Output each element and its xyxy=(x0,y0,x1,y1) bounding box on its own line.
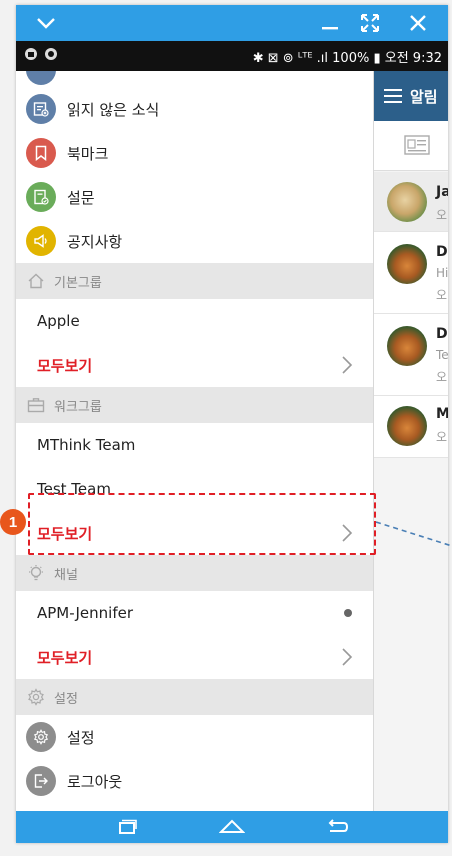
vpn-icon xyxy=(25,48,37,60)
background-app: 알림 Ja 오 D Hi 오 D Te 오 M 오 xyxy=(374,71,448,811)
hamburger-icon[interactable] xyxy=(384,89,402,103)
section-label: 워크그룹 xyxy=(54,399,102,415)
settings-icon xyxy=(26,722,56,752)
channel-label: APM-Jennifer xyxy=(37,604,134,622)
menu-label: 설문 xyxy=(67,188,95,207)
unread-dot xyxy=(344,609,352,617)
menu-label: 로그아웃 xyxy=(67,772,123,791)
menu-label: 공지사항 xyxy=(67,232,123,251)
expand-icon[interactable] xyxy=(350,5,390,41)
chat-item[interactable]: D Te 오 xyxy=(374,314,448,396)
section-header-basic-group: 기본그룹 xyxy=(16,263,373,299)
home-icon xyxy=(26,271,46,291)
avatar xyxy=(387,244,427,284)
view-all-label: 모두보기 xyxy=(37,356,93,375)
status-info: ✱ ⊠ ⊚ ᴸᵀᴱ .ıl 100% ▮ 오전 9:32 xyxy=(252,51,442,66)
navigation-bar xyxy=(16,811,448,843)
chat-item[interactable]: M 오 xyxy=(374,396,448,458)
news-card-icon xyxy=(404,135,430,155)
avatar xyxy=(387,182,427,222)
chat-item[interactable]: Ja 오 xyxy=(374,172,448,232)
background-header: 알림 xyxy=(374,71,448,121)
background-title: 알림 xyxy=(410,87,438,106)
avatar xyxy=(387,406,427,446)
step-badge: 1 xyxy=(0,509,26,535)
window-titlebar xyxy=(16,5,448,41)
menu-item-bookmark[interactable]: 북마크 xyxy=(16,131,373,175)
collapse-chevron-icon[interactable] xyxy=(26,5,66,41)
menu-item-partial[interactable] xyxy=(16,71,373,85)
partial-item-icon xyxy=(26,71,56,85)
unread-news-icon xyxy=(26,94,56,124)
section-label: 설정 xyxy=(54,691,78,707)
section-label: 기본그룹 xyxy=(54,275,102,291)
menu-item-unread[interactable]: 읽지 않은 소식 xyxy=(16,87,373,131)
view-all-channel[interactable]: 모두보기 xyxy=(16,635,373,679)
close-icon[interactable] xyxy=(398,5,438,41)
chat-time: 오 xyxy=(436,288,448,302)
highlight-callout-box xyxy=(28,493,376,555)
notice-icon xyxy=(26,226,56,256)
chat-time: 오 xyxy=(436,370,448,384)
chat-preview: Te xyxy=(436,348,448,362)
lightbulb-icon xyxy=(26,563,46,583)
group-label: MThink Team xyxy=(37,436,136,454)
menu-item-settings[interactable]: 설정 xyxy=(16,715,373,759)
minimize-icon[interactable] xyxy=(310,5,350,41)
recent-apps-icon[interactable] xyxy=(102,811,152,843)
menu-item-survey[interactable]: 설문 xyxy=(16,175,373,219)
chat-name: Ja xyxy=(436,184,448,200)
chat-item[interactable]: D Hi 오 xyxy=(374,232,448,314)
menu-label: 북마크 xyxy=(67,144,109,163)
group-label: Apple xyxy=(37,312,80,330)
section-header-channel: 채널 xyxy=(16,555,373,591)
background-tab[interactable] xyxy=(374,121,448,171)
chevron-right-icon xyxy=(342,648,353,666)
gear-outline-icon xyxy=(26,687,46,707)
status-bar: ✱ ⊠ ⊚ ᴸᵀᴱ .ıl 100% ▮ 오전 9:32 xyxy=(16,41,448,71)
navigation-drawer: 읽지 않은 소식 북마크 설문 공지사항 기본그룹 Apple 모두보기 워크그… xyxy=(16,71,374,811)
section-label: 채널 xyxy=(54,567,78,583)
chat-name: M xyxy=(436,406,448,422)
avatar xyxy=(387,326,427,366)
chat-preview: Hi xyxy=(436,266,448,280)
callout-connector-line xyxy=(376,521,452,547)
chat-preview: 오 xyxy=(436,208,448,222)
screenshot-frame: ✱ ⊠ ⊚ ᴸᵀᴱ .ıl 100% ▮ 오전 9:32 알림 Ja 오 D H… xyxy=(0,0,452,856)
section-header-work-group: 워크그룹 xyxy=(16,387,373,423)
group-item-apple[interactable]: Apple xyxy=(16,299,373,343)
view-all-basic-group[interactable]: 모두보기 xyxy=(16,343,373,387)
chat-name: D xyxy=(436,244,448,260)
sync-icon xyxy=(45,48,57,60)
chevron-right-icon xyxy=(342,356,353,374)
group-item-mthink-team[interactable]: MThink Team xyxy=(16,423,373,467)
bookmark-icon xyxy=(26,138,56,168)
section-header-settings: 설정 xyxy=(16,679,373,715)
back-icon[interactable] xyxy=(312,811,362,843)
home-button-icon[interactable] xyxy=(207,811,257,843)
chat-preview: 오 xyxy=(436,430,448,444)
menu-item-logout[interactable]: 로그아웃 xyxy=(16,759,373,803)
chat-name: D xyxy=(436,326,448,342)
logout-icon xyxy=(26,766,56,796)
menu-label: 읽지 않은 소식 xyxy=(67,100,160,119)
channel-item-apm-jennifer[interactable]: APM-Jennifer xyxy=(16,591,373,635)
view-all-label: 모두보기 xyxy=(37,648,93,667)
menu-item-notice[interactable]: 공지사항 xyxy=(16,219,373,263)
device-screen: ✱ ⊠ ⊚ ᴸᵀᴱ .ıl 100% ▮ 오전 9:32 알림 Ja 오 D H… xyxy=(16,5,448,843)
briefcase-icon xyxy=(26,395,46,415)
menu-label: 설정 xyxy=(67,728,95,747)
survey-icon xyxy=(26,182,56,212)
